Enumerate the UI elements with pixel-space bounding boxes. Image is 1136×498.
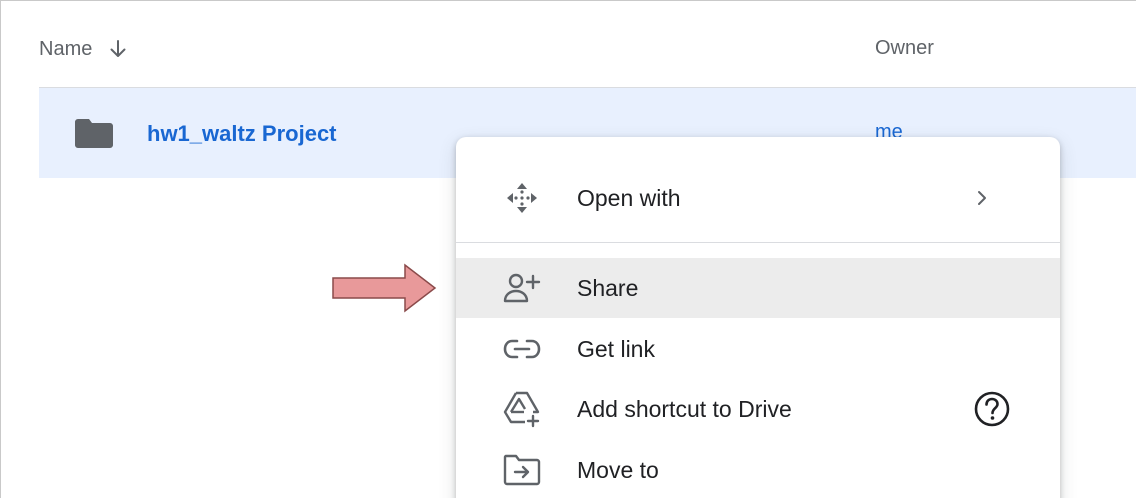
move-to-folder-icon (500, 448, 544, 492)
arrow-down-icon[interactable] (106, 37, 130, 61)
menu-item-label: Move to (577, 456, 659, 483)
file-name[interactable]: hw1_waltz Project (147, 121, 337, 147)
menu-item-label: Get link (577, 335, 655, 362)
pointer-arrow-icon (332, 263, 437, 313)
menu-item-label: Open with (577, 184, 681, 211)
menu-item-move-to[interactable]: Move to (456, 440, 1060, 498)
menu-item-open-with[interactable]: Open with (456, 168, 1060, 228)
name-column-header[interactable]: Name (39, 37, 130, 61)
open-with-icon (500, 176, 544, 220)
menu-item-add-shortcut[interactable]: Add shortcut to Drive (456, 379, 1060, 439)
name-column-label: Name (39, 37, 93, 60)
context-menu: Open with Share Get link Add shortcut to… (456, 137, 1060, 498)
folder-icon (75, 119, 113, 148)
menu-item-label: Add shortcut to Drive (577, 395, 792, 422)
add-person-icon (500, 266, 544, 310)
menu-item-label: Share (577, 274, 639, 301)
link-icon (500, 327, 544, 371)
add-shortcut-icon (500, 387, 544, 431)
help-icon[interactable] (972, 389, 1012, 429)
list-header: Name Owner (39, 1, 1136, 88)
chevron-right-icon (978, 191, 986, 205)
menu-divider (456, 242, 1060, 243)
menu-item-get-link[interactable]: Get link (456, 319, 1060, 379)
drive-file-list: Name Owner hw1_waltz Project me Open wit… (0, 0, 1136, 498)
menu-item-share[interactable]: Share (456, 258, 1060, 318)
owner-column-header[interactable]: Owner (875, 37, 934, 60)
